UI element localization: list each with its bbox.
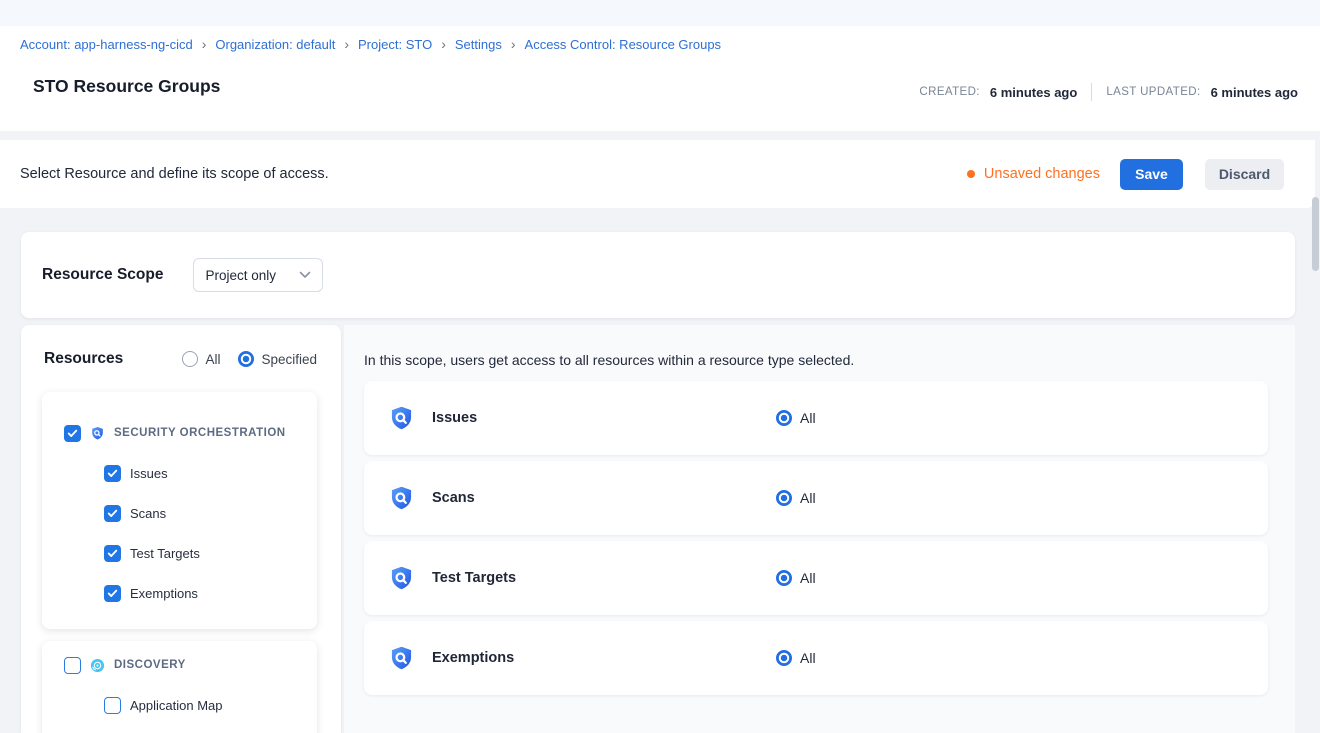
discovery-radar-icon [90,658,105,673]
radio-selected-icon[interactable] [776,650,792,666]
breadcrumb-settings-link[interactable]: Settings [455,37,502,52]
resource-card-title: Exemptions [432,650,514,666]
discovery-checkbox[interactable] [64,657,81,674]
check-icon [107,549,118,558]
tree-group-row[interactable]: DISCOVERY [64,656,297,674]
breadcrumb: Account: app-harness-ng-cicd › Organizat… [20,37,721,52]
header-top-strip [0,0,1320,26]
breadcrumb-account-link[interactable]: Account: app-harness-ng-cicd [20,37,193,52]
resource-card-scans: Scans All [364,461,1268,535]
scope-detail-panel: In this scope, users get access to all r… [344,325,1295,733]
resource-scope-card: Resource Scope Project only [21,232,1295,318]
unsaved-changes-label: Unsaved changes [984,166,1100,182]
exemptions-label: Exemptions [130,586,198,601]
page-title: STO Resource Groups [33,76,220,97]
action-toolbar: Select Resource and define its scope of … [0,140,1315,208]
radio-selected-icon[interactable] [776,490,792,506]
chevron-down-icon [299,271,311,279]
page-header: Account: app-harness-ng-cicd › Organizat… [0,0,1320,131]
vertical-scrollbar[interactable] [1312,197,1319,271]
discovery-group-card: DISCOVERY Application Map [42,641,317,733]
radio-selected-icon[interactable] [776,570,792,586]
radio-specified[interactable]: Specified [238,351,317,367]
tree-group-row[interactable]: SECURITY ORCHESTRATION [64,424,297,442]
resource-card-test-targets: Test Targets All [364,541,1268,615]
scope-description: In this scope, users get access to all r… [344,325,1295,368]
scans-checkbox[interactable] [104,505,121,522]
last-updated-value: 6 minutes ago [1211,85,1298,100]
radio-all-label: All [205,352,220,367]
breadcrumb-separator-icon: › [202,38,207,51]
radio-specified-icon[interactable] [238,351,254,367]
resource-card-title: Scans [432,490,475,506]
tree-item-application-map[interactable]: Application Map [64,696,297,714]
sto-shield-icon [388,645,415,672]
scope-dropdown-value: Project only [205,268,276,283]
access-all-label: All [800,490,816,506]
resource-scope-label: Resource Scope [42,266,163,284]
issues-label: Issues [130,466,168,481]
resources-panel-header: Resources All Specified [21,325,341,368]
last-updated-label: LAST UPDATED: [1106,86,1200,98]
check-icon [107,469,118,478]
scope-dropdown[interactable]: Project only [193,258,323,292]
exemptions-checkbox[interactable] [104,585,121,602]
security-orchestration-checkbox[interactable] [64,425,81,442]
created-label: CREATED: [919,86,980,98]
check-icon [67,429,78,438]
sto-shield-icon [388,405,415,432]
access-radio-all[interactable]: All [776,410,816,426]
toolbar-actions: Unsaved changes Save Discard [967,159,1284,190]
security-orchestration-group-card: SECURITY ORCHESTRATION Issues Scans Test… [42,392,317,629]
breadcrumb-separator-icon: › [344,38,349,51]
radio-all[interactable]: All [182,351,220,367]
radio-all-icon[interactable] [182,351,198,367]
breadcrumb-organization-link[interactable]: Organization: default [215,37,335,52]
breadcrumb-separator-icon: › [511,38,516,51]
resources-title: Resources [44,350,123,368]
resource-card-exemptions: Exemptions All [364,621,1268,695]
resources-panel: Resources All Specified [21,325,341,733]
toolbar-description: Select Resource and define its scope of … [20,166,329,182]
tree-item-exemptions[interactable]: Exemptions [64,584,297,602]
test-targets-checkbox[interactable] [104,545,121,562]
resources-mode-radio-group: All Specified [182,351,317,367]
access-radio-all[interactable]: All [776,570,816,586]
breadcrumb-project-link[interactable]: Project: STO [358,37,432,52]
resource-card-title: Issues [432,410,477,426]
radio-specified-label: Specified [261,352,317,367]
discovery-label: DISCOVERY [114,659,186,671]
breadcrumb-access-control-link[interactable]: Access Control: Resource Groups [525,37,722,52]
sto-shield-icon [388,485,415,512]
application-map-label: Application Map [130,698,223,713]
resource-card-issues: Issues All [364,381,1268,455]
access-all-label: All [800,650,816,666]
check-icon [107,509,118,518]
access-radio-all[interactable]: All [776,650,816,666]
access-all-label: All [800,410,816,426]
security-orchestration-label: SECURITY ORCHESTRATION [114,427,286,439]
tree-item-scans[interactable]: Scans [64,504,297,522]
resource-card-title: Test Targets [432,570,516,586]
sto-shield-icon [388,565,415,592]
sto-shield-icon [90,426,105,441]
save-button[interactable]: Save [1120,159,1183,190]
tree-item-test-targets[interactable]: Test Targets [64,544,297,562]
check-icon [107,589,118,598]
issues-checkbox[interactable] [104,465,121,482]
unsaved-dot-icon [967,170,975,178]
access-all-label: All [800,570,816,586]
access-radio-all[interactable]: All [776,490,816,506]
scans-label: Scans [130,506,166,521]
breadcrumb-separator-icon: › [441,38,446,51]
created-value: 6 minutes ago [990,85,1077,100]
radio-selected-icon[interactable] [776,410,792,426]
meta-divider [1091,83,1092,101]
unsaved-changes-indicator: Unsaved changes [967,166,1100,182]
application-map-checkbox[interactable] [104,697,121,714]
test-targets-label: Test Targets [130,546,200,561]
discard-button[interactable]: Discard [1205,159,1284,190]
tree-item-issues[interactable]: Issues [64,464,297,482]
header-meta: CREATED: 6 minutes ago LAST UPDATED: 6 m… [919,83,1298,101]
